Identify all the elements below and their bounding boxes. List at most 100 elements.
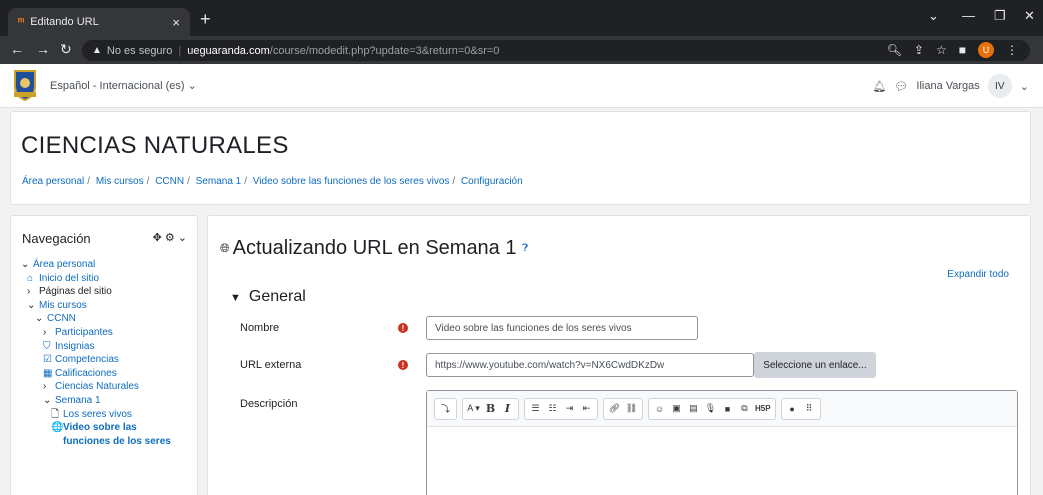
indent-icon[interactable]: ⇥ <box>562 400 577 418</box>
sidepanel-icon[interactable]: ■ <box>959 43 966 57</box>
reload-icon[interactable]: ↻ <box>60 41 72 58</box>
chevron-down-icon: ▼ <box>230 292 241 304</box>
navigation-tree: ⌄ Área personal ⌂ Inicio del sitio › Página… <box>21 258 191 448</box>
share-icon[interactable]: ⇪ <box>914 43 924 57</box>
external-url-input[interactable]: https://www.youtube.com/watch?v=NX6CwdDK… <box>426 353 754 377</box>
nav-item-label: Semana 1 <box>55 394 101 406</box>
nav-item-ciencias-naturales[interactable]: › Ciencias Naturales <box>21 380 191 394</box>
nav-item-video-activo-cont[interactable]: funciones de los seres <box>21 435 191 449</box>
move-icon[interactable]: ✥ <box>153 232 162 244</box>
name-input[interactable]: Video sobre las funciones de los seres v… <box>426 316 698 340</box>
warning-icon[interactable]: ▲ <box>92 45 102 56</box>
outdent-icon[interactable]: ⇤ <box>579 400 594 418</box>
breadcrumb-item[interactable]: CCNN <box>155 176 184 187</box>
zoom-icon[interactable]: 🔍︎ <box>887 43 902 57</box>
accessibility-checker-icon[interactable]: ● <box>785 400 800 418</box>
nav-item-semana-1[interactable]: ⌄ Semana 1 <box>21 394 191 408</box>
nav-item-label: Calificaciones <box>55 367 117 379</box>
nav-item-video-activo[interactable]: 🌐Video sobre las <box>21 421 191 435</box>
chevron-down-icon: ⌄ <box>21 259 30 270</box>
block-controls: ✥ ⚙ ⌄ <box>153 231 187 244</box>
chevron-right-icon: › <box>43 381 47 393</box>
new-tab-button[interactable]: + <box>200 9 211 30</box>
profile-avatar[interactable]: U <box>978 42 994 58</box>
breadcrumb-item[interactable]: Configuración <box>461 176 523 187</box>
user-area: 🔔︎ 💬︎ Iliana Vargas IV ⌄ <box>872 74 1029 98</box>
toolbar-group: ⤵ <box>434 397 457 420</box>
nav-item-label: Insignias <box>55 340 95 352</box>
moodle-icon: ᵐ <box>18 16 25 28</box>
h5p-icon[interactable]: H5P <box>754 400 772 418</box>
nav-item-participantes[interactable]: › Participantes <box>21 326 191 340</box>
chevron-down-icon[interactable]: ⌄ <box>178 232 187 244</box>
back-icon[interactable]: ← <box>10 41 24 57</box>
tab-close-icon[interactable]: × <box>172 15 180 30</box>
help-icon[interactable]: ❓︎ <box>522 243 528 254</box>
emoji-icon[interactable]: ☺ <box>652 400 667 418</box>
nav-item-calificaciones[interactable]: ▦ Calificaciones <box>21 367 191 381</box>
user-name[interactable]: Iliana Vargas <box>916 80 979 92</box>
nav-item-inicio[interactable]: ⌂ Inicio del sitio <box>21 272 191 286</box>
nav-item-label: Área personal <box>33 259 96 270</box>
breadcrumb-separator: / <box>244 176 248 187</box>
nav-item-insignias[interactable]: ⛉ Insignias <box>21 340 191 354</box>
breadcrumb-item[interactable]: Área personal <box>22 176 84 187</box>
language-menu[interactable]: Español - Internacional (es) ⌄ <box>50 79 197 92</box>
nav-item-label: CCNN <box>47 313 76 325</box>
user-avatar[interactable]: IV <box>987 74 1012 98</box>
breadcrumb-item[interactable]: Video sobre las funciones de los seres v… <box>253 176 450 187</box>
section-general[interactable]: ▼ General <box>230 288 306 306</box>
breadcrumb-item[interactable]: Mis cursos <box>96 176 144 187</box>
restore-icon[interactable]: ❐ <box>994 8 1006 24</box>
chevron-down-icon[interactable]: ⌄ <box>1020 80 1029 93</box>
italic-icon[interactable]: I <box>500 400 515 418</box>
url-bar[interactable]: ▲ No es seguro | ueguaranda.com /course/… <box>82 40 1030 61</box>
globe-icon: 🌐︎ <box>220 241 230 256</box>
close-window-icon[interactable]: ✕ <box>1024 8 1035 24</box>
nav-item-paginas[interactable]: › Páginas del sitio <box>21 285 191 299</box>
numbered-list-icon[interactable]: ☷ <box>545 400 560 418</box>
media-icon[interactable]: ▤ <box>686 400 701 418</box>
toolbar-group: ☺ ▣ ▤ 🎙︎ ■ ⧉ H5P <box>648 397 776 420</box>
select-link-button[interactable]: Seleccione un enlace... <box>754 352 876 378</box>
required-icon: ! <box>398 323 408 333</box>
description-label: Descripción <box>240 398 298 410</box>
url-label: URL externa <box>240 359 302 371</box>
unlink-icon[interactable]: ⛓ <box>624 400 639 418</box>
manage-files-icon[interactable]: ⧉ <box>737 400 752 418</box>
message-icon[interactable]: 💬︎ <box>894 80 908 93</box>
video-camera-icon[interactable]: ■ <box>720 400 735 418</box>
toolbar-group: A ▾ B I <box>462 397 519 420</box>
paragraph-style-icon[interactable]: A ▾ <box>466 400 481 418</box>
toolbar-group: ☰ ☷ ⇥ ⇤ <box>524 397 598 420</box>
bullet-list-icon[interactable]: ☰ <box>528 400 543 418</box>
minimize-icon[interactable]: — <box>962 8 975 23</box>
url-path: /course/modedit.php?update=3&return=0&sr… <box>269 44 500 57</box>
screenreader-helper-icon[interactable]: ⠿ <box>802 400 817 418</box>
nav-item-competencias[interactable]: ☑ Competencias <box>21 353 191 367</box>
bookmark-star-icon[interactable]: ☆ <box>936 43 947 57</box>
expand-all-link[interactable]: Expandir todo <box>947 269 1009 280</box>
bell-icon[interactable]: 🔔︎ <box>872 80 886 93</box>
breadcrumb-item[interactable]: Semana 1 <box>196 176 242 187</box>
browser-tab[interactable]: ᵐ Editando URL × <box>8 8 190 36</box>
nav-item-label: Ciencias Naturales <box>55 381 139 393</box>
nav-item-area-personal[interactable]: ⌄ Área personal <box>21 258 191 272</box>
nav-item-label: funciones de los seres <box>63 435 171 447</box>
nav-item-los-seres-vivos[interactable]: 🗋 Los seres vivos <box>21 408 191 422</box>
site-navbar: Español - Internacional (es) ⌄ 🔔︎ 💬︎ Ili… <box>0 64 1043 108</box>
show-more-icon[interactable]: ⤵ <box>438 400 453 418</box>
breadcrumb-separator: / <box>452 176 456 187</box>
menu-icon[interactable]: ⋮ <box>1006 43 1018 57</box>
nav-item-ccnn[interactable]: ⌄ CCNN <box>21 312 191 326</box>
school-logo[interactable] <box>12 68 38 102</box>
image-icon[interactable]: ▣ <box>669 400 684 418</box>
tab-search-icon[interactable]: ⌄ <box>928 8 939 24</box>
microphone-icon[interactable]: 🎙︎ <box>703 400 718 418</box>
chevron-right-icon: › <box>43 326 47 338</box>
forward-icon[interactable]: → <box>36 41 50 57</box>
gear-icon[interactable]: ⚙ <box>165 232 175 244</box>
bold-icon[interactable]: B <box>483 400 498 418</box>
nav-item-mis-cursos[interactable]: ⌄ Mis cursos <box>21 299 191 313</box>
link-icon[interactable]: 🔗︎ <box>607 400 622 418</box>
